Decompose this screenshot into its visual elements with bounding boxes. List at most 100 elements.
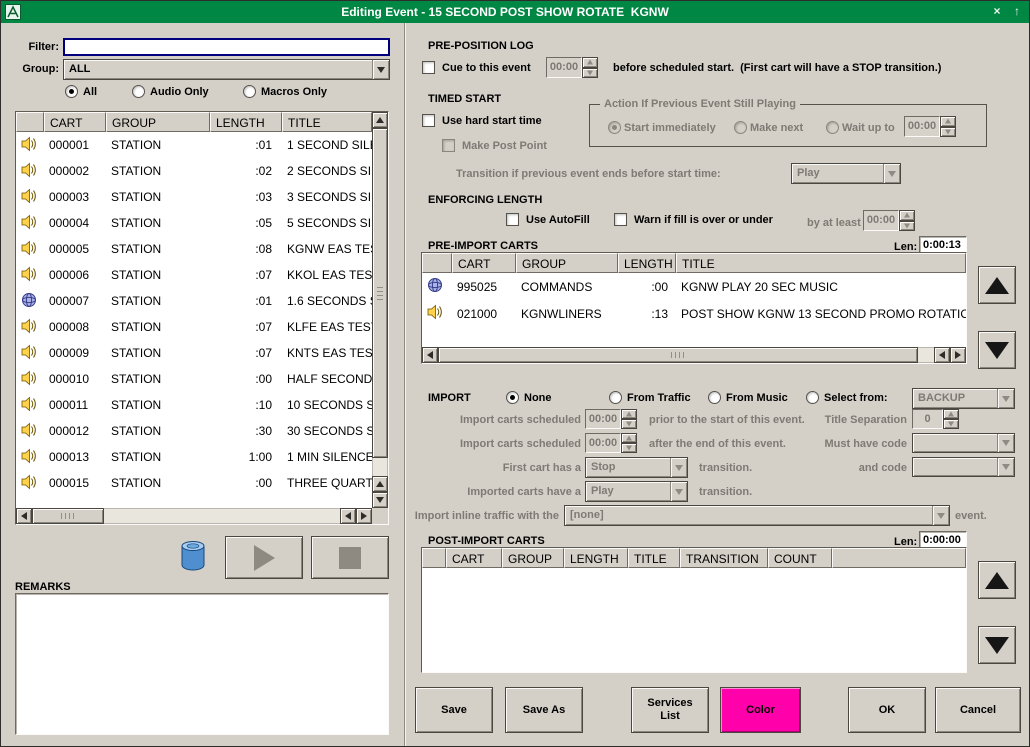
scroll-right-icon[interactable]	[950, 347, 966, 363]
column-header[interactable]: LENGTH	[210, 112, 282, 132]
warn-time-value: 00:00	[863, 210, 899, 231]
column-header[interactable]: CART	[44, 112, 106, 132]
and-code-value	[913, 458, 997, 476]
cart-type-icon	[427, 277, 443, 293]
cart-row[interactable]: 000007 STATION :01 1.6 SECONDS SILENCE	[16, 288, 372, 314]
cart-row[interactable]: 000012 STATION :30 30 SECONDS SILENCE	[16, 418, 372, 444]
scroll-up-icon[interactable]	[372, 476, 388, 492]
close-icon[interactable]: ×	[989, 4, 1005, 20]
radio-macros-only-label: Macros Only	[261, 86, 327, 99]
scroll-right-icon[interactable]	[356, 508, 372, 524]
radio-import-none[interactable]	[506, 391, 519, 404]
cart-row[interactable]: 021000 KGNWLINERS :13 POST SHOW KGNW 13 …	[422, 300, 966, 327]
column-header[interactable]: TITLE	[282, 112, 372, 132]
cue-to-event-checkbox[interactable]	[422, 61, 435, 74]
color-button[interactable]: Color	[720, 687, 801, 733]
column-header[interactable]: GROUP	[502, 548, 564, 568]
cart-row[interactable]: 000001 STATION :01 1 SECOND SILENCE	[16, 132, 372, 158]
services-list-button[interactable]: Services List	[631, 687, 709, 733]
radio-import-none-label: None	[524, 392, 552, 405]
scroll-left-icon[interactable]	[340, 508, 356, 524]
first-cart-transition-combobox: Stop	[585, 457, 688, 478]
radio-audio-only[interactable]	[132, 85, 145, 98]
radio-all[interactable]	[65, 85, 78, 98]
cart-row[interactable]: 000009 STATION :07 KNTS EAS TEST IN	[16, 340, 372, 366]
and-code-label: and code	[771, 462, 907, 475]
cart-length: :07	[210, 320, 282, 334]
shade-icon[interactable]: ↑	[1009, 4, 1025, 20]
filter-input[interactable]	[63, 38, 390, 56]
cancel-button[interactable]: Cancel	[935, 687, 1021, 733]
cart-type-icon	[21, 318, 37, 334]
column-header[interactable]	[16, 112, 44, 132]
column-header[interactable]	[422, 548, 446, 568]
use-autofill-checkbox[interactable]	[506, 213, 519, 226]
hard-start-checkbox[interactable]	[422, 114, 435, 127]
scroll-left-icon[interactable]	[16, 508, 32, 524]
cart-row[interactable]: 000010 STATION :00 HALF SECOND OF	[16, 366, 372, 392]
must-have-code-value	[913, 434, 997, 452]
column-header[interactable]: CART	[446, 548, 502, 568]
cart-row[interactable]: 000008 STATION :07 KLFE EAS TEST IN	[16, 314, 372, 340]
radio-select-from-label: Select from:	[824, 392, 888, 405]
column-header[interactable]: LENGTH	[564, 548, 628, 568]
scroll-left-icon[interactable]	[422, 347, 438, 363]
save-as-button[interactable]: Save As	[505, 687, 583, 733]
radio-macros-only[interactable]	[243, 85, 256, 98]
column-header[interactable]: GROUP	[516, 253, 618, 273]
post-import-move-up-button[interactable]	[978, 561, 1016, 599]
cart-row[interactable]: 995025 COMMANDS :00 KGNW PLAY 20 SEC MUS…	[422, 273, 966, 300]
column-header[interactable]: TITLE	[628, 548, 680, 568]
cart-row[interactable]: 000002 STATION :02 2 SECONDS SILENCE	[16, 158, 372, 184]
group-combobox[interactable]: ALL	[63, 59, 390, 80]
chevron-down-icon	[883, 164, 900, 183]
cart-group: STATION	[106, 242, 210, 256]
ok-button[interactable]: OK	[848, 687, 926, 733]
horizontal-scrollbar[interactable]	[16, 508, 372, 524]
cart-length: :05	[210, 216, 282, 230]
scroll-up-icon[interactable]	[372, 112, 388, 128]
radio-start-immediately	[608, 121, 621, 134]
radio-from-traffic[interactable]	[609, 391, 622, 404]
column-header[interactable]	[422, 253, 452, 273]
column-header[interactable]: CART	[452, 253, 516, 273]
cart-type-icon	[21, 136, 37, 152]
chevron-down-icon	[372, 60, 389, 79]
vertical-scroll-thumb[interactable]	[372, 128, 388, 458]
cart-row[interactable]: 000013 STATION 1:00 1 MIN SILENCE	[16, 444, 372, 470]
cart-row[interactable]: 000005 STATION :08 KGNW EAS TEST	[16, 236, 372, 262]
column-header[interactable]: GROUP	[106, 112, 210, 132]
save-button[interactable]: Save	[415, 687, 493, 733]
cart-title: KGNW EAS TEST	[282, 242, 372, 256]
cart-row[interactable]: 000006 STATION :07 KKOL EAS TEST IN	[16, 262, 372, 288]
warn-fill-checkbox[interactable]	[614, 213, 627, 226]
column-header[interactable]: LENGTH	[618, 253, 676, 273]
horizontal-scroll-thumb[interactable]	[438, 347, 918, 363]
remarks-textarea[interactable]	[15, 593, 389, 735]
cart-group: STATION	[106, 216, 210, 230]
radio-select-from[interactable]	[806, 391, 819, 404]
pre-import-move-down-button[interactable]	[978, 331, 1016, 369]
column-header[interactable]: TRANSITION	[680, 548, 768, 568]
scroll-down-icon[interactable]	[372, 492, 388, 508]
scroll-left-icon[interactable]	[934, 347, 950, 363]
column-header[interactable]: TITLE	[676, 253, 966, 273]
titlebar[interactable]: Editing Event - 15 SECOND POST SHOW ROTA…	[1, 1, 1029, 23]
radio-from-music[interactable]	[708, 391, 721, 404]
horizontal-scroll-thumb[interactable]	[32, 508, 104, 524]
spin-down-icon	[621, 419, 637, 429]
cart-row[interactable]: 000011 STATION :10 10 SECONDS SILENCE	[16, 392, 372, 418]
cart-row[interactable]: 000004 STATION :05 5 SECONDS SILENCE	[16, 210, 372, 236]
post-import-move-down-button[interactable]	[978, 626, 1016, 664]
cart-group: COMMANDS	[516, 280, 618, 294]
vertical-scrollbar[interactable]	[372, 112, 388, 508]
cart-title: 10 SECONDS SILENCE	[282, 398, 372, 412]
horizontal-scrollbar[interactable]	[422, 347, 966, 363]
cart-row[interactable]: 000003 STATION :03 3 SECONDS SILENCE	[16, 184, 372, 210]
post-import-table: CARTGROUPLENGTHTITLETRANSITIONCOUNT	[421, 547, 967, 673]
cart-number: 021000	[452, 307, 516, 321]
column-header-filler	[832, 548, 966, 568]
pre-import-move-up-button[interactable]	[978, 266, 1016, 304]
cart-row[interactable]: 000015 STATION :00 THREE QUARTER	[16, 470, 372, 496]
column-header[interactable]: COUNT	[768, 548, 832, 568]
